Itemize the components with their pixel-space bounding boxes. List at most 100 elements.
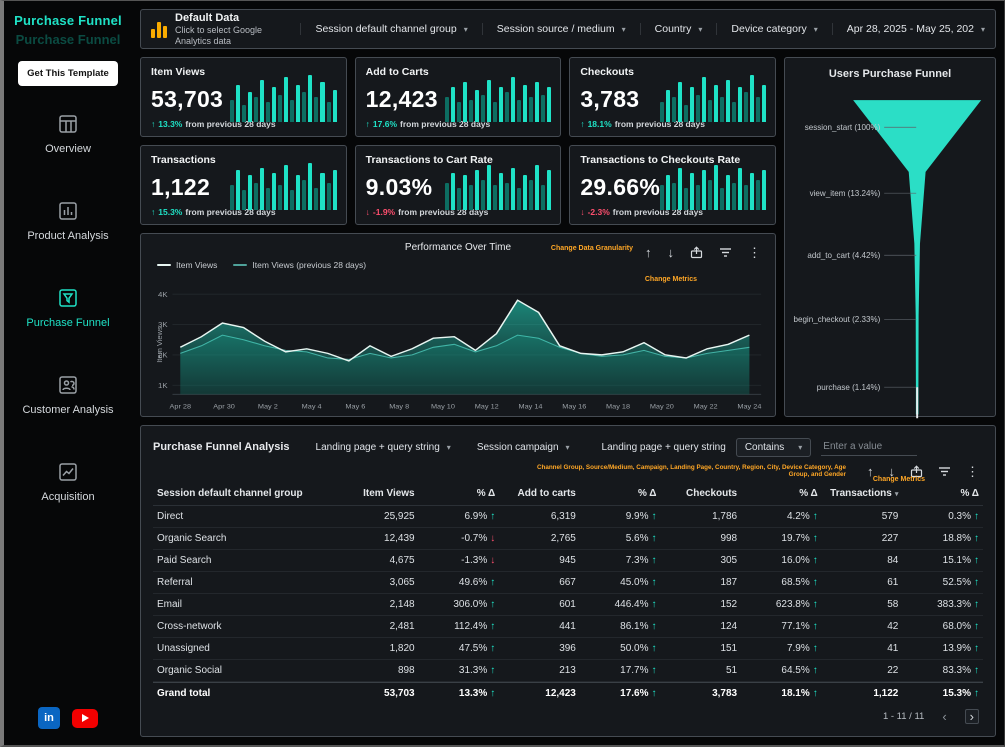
export-icon[interactable] xyxy=(690,246,703,259)
table-row[interactable]: Paid Search 4,675 -1.3% ↓ 945 7.3% ↑ 305 16.0% ↑ 8… xyxy=(153,550,983,572)
previous-page-icon[interactable]: ‹ xyxy=(942,710,946,723)
column-header[interactable]: Transactions ▾ xyxy=(822,482,903,505)
get-template-button[interactable]: Get This Template xyxy=(18,61,118,86)
sort-up-icon[interactable]: ↑ xyxy=(645,246,652,259)
cell-delta: 83.3% ↑ xyxy=(942,665,979,676)
sidebar-item-overview[interactable]: Overview xyxy=(4,112,132,155)
spark-bar xyxy=(242,190,247,210)
spark-bar xyxy=(713,84,718,122)
table-row[interactable]: Unassigned 1,820 47.5% ↑ 396 50.0% ↑ 151 7.9% ↑ 41… xyxy=(153,638,983,660)
chevron-down-icon: ▾ xyxy=(463,24,468,34)
condition-operator-select[interactable]: Contains ▾ xyxy=(735,437,812,457)
cell-delta: 68.0% ↑ xyxy=(942,621,979,632)
spark-bar xyxy=(248,175,253,210)
chevron-down-icon: ▾ xyxy=(798,442,803,452)
funnel-stage-label: purchase (1.14%) xyxy=(817,383,881,392)
youtube-icon[interactable] xyxy=(72,708,98,728)
more-options-icon[interactable]: ⋮ xyxy=(966,465,979,478)
linkedin-icon[interactable]: in xyxy=(38,707,60,729)
table-row-grand-total[interactable]: Grand total 53,703 13.3% ↑ 12,423 17.6% ↑ 3,783… xyxy=(153,682,983,704)
column-header[interactable]: % Δ xyxy=(902,482,983,505)
cell-value: 61 xyxy=(887,577,899,588)
column-header[interactable]: % Δ xyxy=(580,482,661,505)
delta-value: -2.3% xyxy=(587,207,610,217)
more-options-icon[interactable]: ⋮ xyxy=(748,246,761,259)
cell-delta: 18.8% ↑ xyxy=(942,533,979,544)
filter-icon[interactable] xyxy=(938,466,951,477)
sidebar-item-label: Acquisition xyxy=(41,491,95,503)
cell-delta: 112.4% ↑ xyxy=(454,621,496,632)
cell-delta: 18.1% ↑ xyxy=(781,688,818,699)
delta-arrow-icon: ↑ xyxy=(651,511,657,522)
spark-bar xyxy=(481,94,486,122)
table-row[interactable]: Email 2,148 306.0% ↑ 601 446.4% ↑ 152 623.8% ↑ 58 3… xyxy=(153,594,983,616)
cell-delta: 64.5% ↑ xyxy=(781,665,818,676)
funnel-chart[interactable]: session_start (100%) view_item (13.24%) ad… xyxy=(793,84,987,424)
column-header[interactable]: Item Views xyxy=(338,482,419,505)
spark-bar xyxy=(296,84,301,122)
svg-text:4K: 4K xyxy=(158,290,168,299)
spark-bar xyxy=(701,77,706,122)
annotation-metrics: Change Metrics xyxy=(872,476,925,483)
sidebar-item-acquisition[interactable]: Acquisition xyxy=(4,460,132,503)
table-row[interactable]: Referral 3,065 49.6% ↑ 667 45.0% ↑ 187 68.5% ↑ 61 5… xyxy=(153,572,983,594)
spark-bar xyxy=(683,104,688,122)
cell-channel: Organic Social xyxy=(157,665,223,676)
spark-bar xyxy=(475,170,480,210)
filter-dropdown[interactable]: Session default channel group ▾ xyxy=(300,23,481,35)
table-row[interactable]: Direct 25,925 6.9% ↑ 6,319 9.9% ↑ 1,786 4.2% ↑ 579… xyxy=(153,506,983,528)
table-header-row: Session default channel group Item Views%… xyxy=(153,482,983,506)
cell-value: 41 xyxy=(887,643,899,654)
column-header[interactable]: Add to carts xyxy=(499,482,580,505)
table-filter-landing-page[interactable]: Landing page + query string ▾ xyxy=(316,442,451,453)
cell-value: 51 xyxy=(726,665,738,676)
cell-delta: 86.1% ↑ xyxy=(620,621,657,632)
svg-text:May 14: May 14 xyxy=(519,404,543,411)
sort-down-icon[interactable]: ↓ xyxy=(668,246,675,259)
cell-delta: 77.1% ↑ xyxy=(781,621,818,632)
delta-value: -1.9% xyxy=(372,207,396,217)
table-row[interactable]: Organic Social 898 31.3% ↑ 213 17.7% ↑ 51 64.5% ↑… xyxy=(153,660,983,682)
spark-bar xyxy=(713,165,718,210)
sidebar-item-product-analysis[interactable]: Product Analysis xyxy=(4,199,132,242)
cell-delta: 13.9% ↑ xyxy=(942,643,979,654)
filter-dropdown[interactable]: Country ▾ xyxy=(639,23,717,35)
delta-arrow-icon: ↑ xyxy=(651,577,657,588)
column-header[interactable]: % Δ xyxy=(741,482,822,505)
sidebar-item-label: Product Analysis xyxy=(27,230,109,242)
kpi-card-add-to-carts: Add to Carts 12,423 ↑ 17.6% from previou… xyxy=(354,57,562,137)
sidebar-item-customer-analysis[interactable]: Customer Analysis xyxy=(4,373,132,416)
cell-delta: 306.0% ↑ xyxy=(453,599,496,610)
funnel-icon xyxy=(56,286,80,310)
cell-delta: -0.7% ↓ xyxy=(461,533,496,544)
column-header[interactable]: Checkouts xyxy=(661,482,742,505)
table-row[interactable]: Organic Search 12,439 -0.7% ↓ 2,765 5.6% ↑ 998 1… xyxy=(153,528,983,550)
cell-value: 2,765 xyxy=(550,533,576,544)
spark-bar xyxy=(529,180,534,210)
filter-icon[interactable] xyxy=(719,247,732,258)
condition-value-input[interactable] xyxy=(821,438,918,456)
cell-value: 4,675 xyxy=(389,555,415,566)
spark-bar xyxy=(332,89,337,122)
date-range-picker[interactable]: Apr 28, 2025 - May 25, 202 ▾ xyxy=(831,23,985,35)
cell-value: 898 xyxy=(397,665,415,676)
table-filter-session-campaign[interactable]: Session campaign ▾ xyxy=(477,442,570,453)
data-source-selector[interactable]: Default Data Click to select Google Anal… xyxy=(151,12,292,47)
table-row[interactable]: Cross-network 2,481 112.4% ↑ 441 86.1% ↑ 124 77.… xyxy=(153,616,983,638)
cell-value: 12,423 xyxy=(545,688,576,699)
column-header[interactable]: Session default channel group xyxy=(153,482,338,505)
next-page-icon[interactable]: › xyxy=(964,708,979,724)
cell-delta: 17.6% ↑ xyxy=(620,688,657,699)
spark-bar xyxy=(254,182,259,210)
filter-dropdown[interactable]: Device category ▾ xyxy=(716,23,831,35)
filter-dropdown[interactable]: Session source / medium ▾ xyxy=(481,23,640,35)
column-header[interactable]: % Δ xyxy=(419,482,500,505)
spark-bar xyxy=(266,102,271,122)
spark-bar xyxy=(444,182,449,210)
delta-arrow-icon: ↑ xyxy=(812,621,818,632)
sidebar-item-purchase-funnel[interactable]: Purchase Funnel xyxy=(4,286,132,329)
svg-text:May 18: May 18 xyxy=(606,404,630,411)
performance-chart[interactable]: Item Views 1K 2K 3K 4K Apr 28 Apr 30 May 2 May … xyxy=(149,278,767,412)
chart-legend: Item Views Item Views (previous 28 days) xyxy=(157,260,366,270)
kpi-card-item-views: Item Views 53,703 ↑ 13.3% from previous … xyxy=(140,57,347,137)
